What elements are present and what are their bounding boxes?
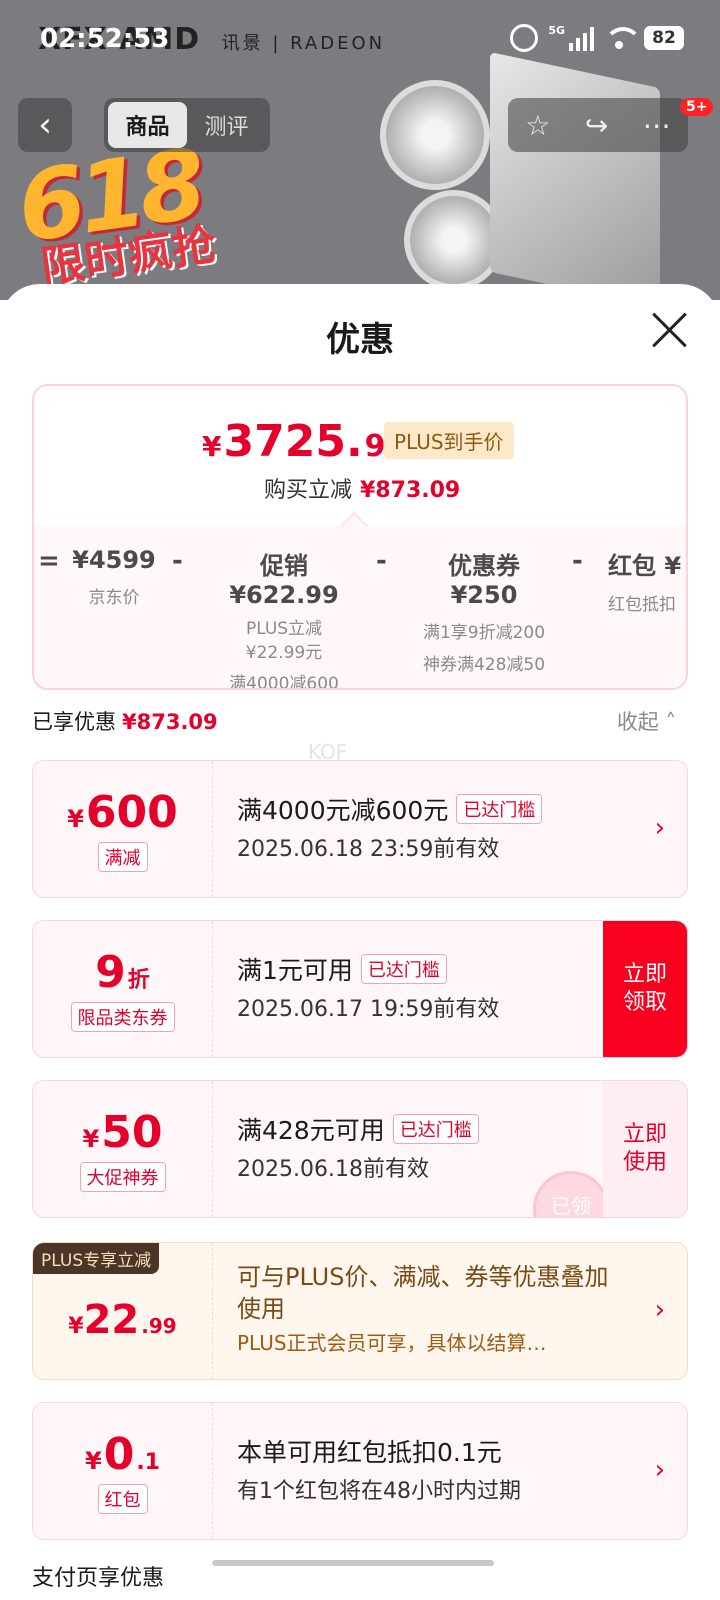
operator-minus: - bbox=[172, 546, 183, 576]
breakdown-value: 优惠券 ¥250 bbox=[448, 552, 520, 609]
threshold-badge: 已达门槛 bbox=[392, 1114, 479, 1144]
share-icon[interactable]: ↪ bbox=[585, 109, 608, 142]
page-tabs: 商品 测评 bbox=[104, 98, 270, 152]
coupon-condition: 满1元可用 bbox=[237, 956, 353, 985]
breakdown-value: 红包 ¥ bbox=[608, 552, 682, 580]
tab-review[interactable]: 测评 bbox=[187, 102, 266, 148]
coupon-currency: ¥ bbox=[67, 804, 84, 833]
coupon-type-chip: 限品类东券 bbox=[70, 1001, 175, 1032]
coupon-amount: 9 bbox=[95, 946, 126, 998]
plus-currency: ¥ bbox=[68, 1314, 84, 1339]
coupon-condition: 满428元可用 bbox=[237, 1116, 385, 1145]
wifi-icon bbox=[604, 27, 642, 49]
coupon-amount: 600 bbox=[85, 786, 178, 838]
star-icon[interactable]: ☆ bbox=[525, 109, 550, 142]
coupon-suffix: 折 bbox=[127, 967, 150, 993]
operator-equals: = bbox=[38, 546, 60, 576]
more-icon[interactable]: ⋯ bbox=[643, 109, 671, 142]
threshold-badge: 已达门槛 bbox=[360, 954, 447, 984]
threshold-badge: 已达门槛 bbox=[456, 794, 543, 824]
enjoyed-value: ¥873.09 bbox=[122, 710, 218, 734]
plus-description: 可与PLUS价、满减、券等优惠叠加使用 bbox=[237, 1263, 609, 1323]
use-coupon-button[interactable]: 立即使用 bbox=[603, 1081, 687, 1217]
coupon-expiry: 2025.06.18 23:59前有效 bbox=[237, 837, 500, 862]
breakdown-label: ¥22.99元 bbox=[245, 643, 323, 663]
discount-label: 购买立减 bbox=[264, 478, 353, 503]
coupon-card: 9折 限品类东券 满1元可用 已达门槛 2025.06.17 19:59前有效 立… bbox=[32, 920, 688, 1058]
back-button[interactable]: ‹ bbox=[18, 98, 72, 152]
price-summary-card: ¥ 3725. 91 PLUS到手价 购买立减 ¥873.09 = ¥4599 京… bbox=[32, 384, 688, 690]
payment-page-discount-label: 支付页享优惠 bbox=[32, 1566, 165, 1591]
tab-product[interactable]: 商品 bbox=[108, 102, 187, 148]
chevron-right-icon[interactable]: › bbox=[655, 1455, 665, 1485]
breakdown-label: 满1享9折减200 bbox=[422, 623, 546, 643]
redpacket-expiry: 有1个红包将在48小时内过期 bbox=[237, 1479, 521, 1504]
enjoyed-label: 已享优惠 bbox=[32, 710, 116, 734]
coupon-condition: 满4000元减600元 bbox=[237, 796, 449, 825]
redpacket-decimal: .1 bbox=[136, 1449, 160, 1475]
plus-decimal: .99 bbox=[141, 1314, 177, 1338]
collapse-button[interactable]: 收起 ˄ bbox=[617, 706, 676, 736]
price-breakdown: = ¥4599 京东价 - 促销 ¥622.99 PLUS立减 ¥22.99元 … bbox=[34, 511, 686, 690]
chevron-right-icon[interactable]: › bbox=[655, 813, 665, 843]
coupon-type-chip: 大促神券 bbox=[79, 1161, 166, 1192]
collapse-label: 收起 bbox=[616, 710, 659, 734]
redpacket-condition: 本单可用红包抵扣0.1元 bbox=[237, 1438, 502, 1467]
discount-line: 购买立减 ¥873.09 bbox=[264, 472, 460, 504]
coupon-type-chip: 满减 bbox=[97, 841, 148, 872]
breakdown-label: 京东价 bbox=[88, 588, 140, 608]
redpacket-card[interactable]: ¥0.1 红包 本单可用红包抵扣0.1元 有1个红包将在48小时内过期 › bbox=[32, 1402, 688, 1540]
battery-icon: 82 bbox=[644, 26, 684, 50]
redpacket-currency: ¥ bbox=[85, 1446, 102, 1475]
enjoyed-discount: 已享优惠 ¥873.09 bbox=[32, 706, 218, 736]
discount-value: ¥873.09 bbox=[360, 478, 461, 503]
alarm-icon bbox=[510, 24, 539, 52]
nav-actions: ☆ ↪ ⋯ bbox=[508, 98, 688, 152]
breakdown-label: 神券满428减50 bbox=[422, 655, 546, 675]
claim-coupon-button[interactable]: 立即领取 bbox=[603, 921, 687, 1057]
chevron-right-icon[interactable]: › bbox=[655, 1295, 665, 1325]
final-price: ¥ 3725. 91 bbox=[202, 416, 406, 467]
discount-sheet: 优惠 ¥ 3725. 91 PLUS到手价 购买立减 ¥873.09 = ¥459… bbox=[0, 284, 720, 1600]
currency-symbol: ¥ bbox=[202, 430, 222, 463]
coupon-amount: 50 bbox=[101, 1106, 163, 1158]
breakdown-promotion: 促销 ¥622.99 PLUS立减 ¥22.99元 满4000减600 bbox=[206, 546, 362, 690]
plus-subtext: PLUS正式会员可享，具体以结算… bbox=[237, 1331, 547, 1355]
breakdown-label: 满4000减600 bbox=[229, 674, 339, 690]
coupon-card[interactable]: ¥600 满减 满4000元减600元 已达门槛 2025.06.18 23:59… bbox=[32, 760, 688, 898]
breakdown-label: 红包抵扣 bbox=[608, 595, 676, 615]
operator-minus: - bbox=[572, 546, 583, 576]
coupon-expiry: 2025.06.17 19:59前有效 bbox=[237, 997, 500, 1022]
coupon-card: ¥50 大促神券 满428元可用 已达门槛 2025.06.18前有效 已领 立即… bbox=[32, 1080, 688, 1218]
operator-minus: - bbox=[376, 546, 387, 576]
breakdown-redpacket: 红包 ¥ 红包抵扣 bbox=[608, 546, 686, 621]
coupon-expiry: 2025.06.18前有效 bbox=[237, 1157, 429, 1182]
claimed-stamp: 已领 bbox=[533, 1171, 609, 1217]
plus-price-tag: PLUS到手价 bbox=[384, 422, 514, 459]
coupon-currency: ¥ bbox=[82, 1124, 100, 1153]
home-indicator[interactable] bbox=[212, 1560, 494, 1566]
close-button[interactable] bbox=[650, 310, 690, 350]
breakdown-coupon: 优惠券 ¥250 满1享9折减200 神券满428减50 bbox=[412, 546, 556, 681]
sheet-title: 优惠 bbox=[326, 320, 394, 360]
price-integer: 3725. bbox=[223, 416, 363, 467]
plus-amount: 22 bbox=[83, 1297, 140, 1343]
network-type: 5G bbox=[548, 23, 565, 37]
breakdown-jd-price: ¥4599 京东价 bbox=[72, 546, 156, 614]
message-badge: 5+ bbox=[680, 98, 714, 116]
plus-discount-card[interactable]: PLUS专享立减 ¥22.99 可与PLUS价、满减、券等优惠叠加使用 PLUS… bbox=[32, 1242, 688, 1380]
redpacket-chip: 红包 bbox=[97, 1483, 148, 1514]
breakdown-value: ¥4599 bbox=[72, 546, 156, 574]
breakdown-value: 促销 ¥622.99 bbox=[229, 552, 339, 609]
redpacket-amount: 0 bbox=[103, 1428, 135, 1480]
clock: 02:52:53 bbox=[40, 24, 170, 54]
breakdown-label: PLUS立减 bbox=[245, 619, 323, 639]
chevron-left-icon: ‹ bbox=[38, 105, 52, 145]
status-bar: 02:52:53 5G 82 bbox=[0, 0, 720, 80]
signal-icon bbox=[569, 25, 594, 51]
chevron-up-icon: ˄ bbox=[665, 710, 677, 734]
